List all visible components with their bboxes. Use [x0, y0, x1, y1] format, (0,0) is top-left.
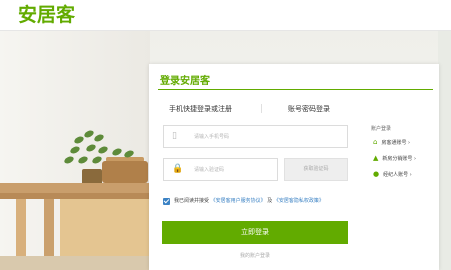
house-icon: ⌂ [373, 138, 378, 146]
top-bar: 安居客 [0, 0, 451, 30]
building-icon: ▲ [373, 154, 379, 162]
panel-title: 登录安居客 [160, 76, 210, 87]
tab-divider [261, 104, 262, 113]
code-input[interactable]: 🔒 请输入验证码 [163, 158, 278, 181]
logo[interactable]: 安居客 [18, 3, 75, 27]
wall-edge [438, 31, 451, 270]
service-agreement-link[interactable]: 《安居客用户服务协议》 [211, 198, 266, 204]
agreement-prefix: 我已阅读并接受 [174, 198, 210, 204]
login-button[interactable]: 立即登录 [162, 221, 348, 244]
get-code-button[interactable]: 获取验证码 [284, 158, 348, 181]
side-link-fangketong[interactable]: ⌂ 房客通账号 › [373, 138, 410, 146]
side-link-label: 经纪人账号 [383, 172, 409, 178]
floor [0, 256, 150, 270]
title-underline [158, 89, 433, 90]
login-panel: 登录安居客 手机快捷登录或注册 账号密码登录 ▯ 请输入手机号码 🔒 请输入验证… [149, 64, 439, 270]
table-top [0, 183, 150, 193]
tab-phone-login[interactable]: 手机快捷登录或注册 [169, 104, 232, 114]
basket [102, 161, 148, 183]
side-link-label: 新房分销账号 [382, 156, 413, 162]
tab-account-login[interactable]: 账号密码登录 [288, 104, 330, 114]
phone-placeholder: 请输入手机号码 [194, 134, 230, 140]
side-link-agent[interactable]: ● 经纪人账号 › [373, 170, 412, 178]
agreement-and: 及 [267, 198, 273, 204]
person-icon: ● [373, 170, 380, 178]
phone-icon: ▯ [172, 131, 177, 141]
account-login-link[interactable]: 我的账户登录 [162, 252, 348, 259]
agree-checkbox[interactable] [163, 198, 170, 205]
phone-input[interactable]: ▯ 请输入手机号码 [163, 125, 348, 148]
code-placeholder: 请输入验证码 [194, 167, 225, 173]
side-link-xinfang[interactable]: ▲ 新房分销账号 › [373, 154, 416, 162]
agreement-text: 我已阅读并接受 《安居客用户服务协议》 及 《安居客隐私权政策》 [174, 197, 354, 205]
lock-icon: 🔒 [172, 164, 184, 174]
side-heading: 账户登录 [371, 126, 392, 132]
side-link-label: 房客通账号 [381, 140, 407, 146]
privacy-policy-link[interactable]: 《安居客隐私权政策》 [274, 198, 324, 204]
